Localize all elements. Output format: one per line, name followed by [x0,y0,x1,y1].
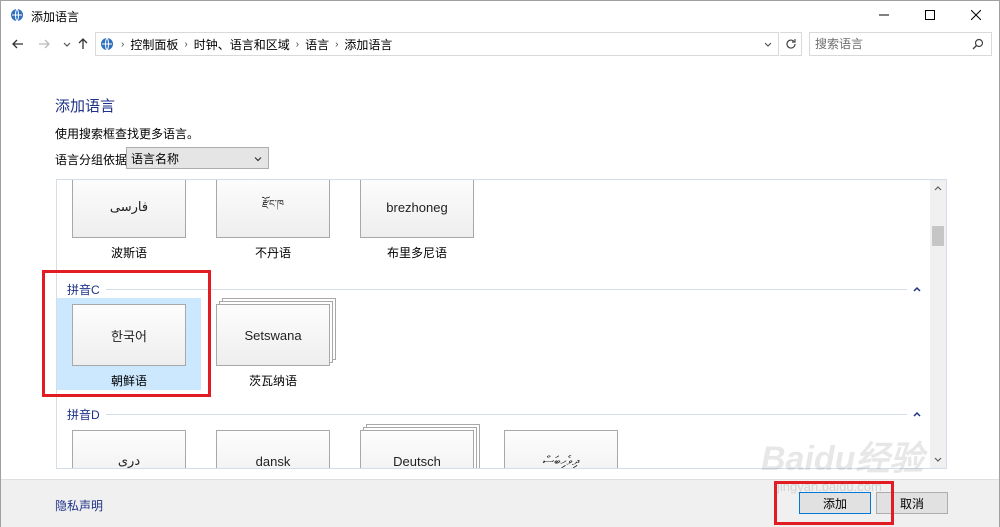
group-by-label: 语言分组依据: [55,153,131,167]
language-tile-dari[interactable]: دری [57,430,201,468]
scrollbar-thumb[interactable] [932,226,944,246]
language-tile-persian[interactable]: فارسی 波斯语 [57,180,201,261]
address-bar[interactable]: › 控制面板 › 时钟、语言和区域 › 语言 › 添加语言 [95,32,779,56]
language-card: دری [72,430,186,468]
title-bar: 添加语言 [1,1,999,29]
page-description: 使用搜索框查找更多语言。 [55,127,200,141]
search-box[interactable] [809,32,992,56]
language-tile-dzongkha[interactable]: རྫོང་ཁ 不丹语 [201,180,345,261]
group-by-value: 语言名称 [131,151,180,166]
breadcrumb-separator-icon: › [184,38,188,50]
chevron-up-icon [934,186,942,191]
refresh-button[interactable] [780,32,802,56]
section-divider [105,413,907,415]
chevron-up-icon[interactable] [911,409,923,419]
language-tile-german[interactable]: Deutsch [345,430,489,468]
chevron-down-icon [63,42,71,47]
page-title: 添加语言 [55,98,116,115]
language-name: 布里多尼语 [386,246,447,260]
privacy-statement-link[interactable]: 隐私声明 [55,497,103,514]
language-tile-tswana[interactable]: Setswana 茨瓦纳语 [201,304,345,389]
language-card: brezhoneg [360,180,474,238]
language-name: 不丹语 [254,246,291,260]
language-tile-divehi[interactable]: ދިވެހިބަސް [489,430,633,468]
up-button[interactable] [74,35,92,53]
refresh-icon [785,39,796,49]
scroll-down-button[interactable] [930,452,946,468]
search-input[interactable] [810,33,960,55]
chevron-down-icon [254,157,262,162]
breadcrumb-language[interactable]: 语言 [305,36,329,53]
language-card: Deutsch [360,430,474,468]
language-name: 茨瓦纳语 [248,374,297,388]
language-card: فارسی [72,180,186,238]
breadcrumb-clock-language-region[interactable]: 时钟、语言和区域 [194,36,290,53]
arrow-left-icon [12,39,23,49]
breadcrumb-separator-icon: › [121,38,125,50]
arrow-right-icon [39,39,50,49]
chevron-down-icon [934,457,942,462]
language-name: 波斯语 [110,246,147,260]
breadcrumb-separator-icon: › [295,38,300,50]
baidu-watermark: Baidu经验 [761,440,924,478]
add-language-window: 添加语言 › 控制面板 › 时钟、语言和区域 › 语言 › 添加语言 搜索语言 … [0,0,1000,527]
back-button[interactable] [9,35,27,53]
group-by-select[interactable]: 语言名称 [126,147,269,169]
language-card: རྫོང་ཁ [216,180,330,238]
section-label: 拼音D [67,407,100,422]
maximize-icon [925,10,935,20]
close-icon [971,10,981,20]
maximize-button[interactable] [907,1,953,29]
language-tile-danish[interactable]: dansk [201,430,345,468]
language-card: Setswana [216,304,330,366]
scroll-up-button[interactable] [930,180,946,196]
breadcrumb-separator-icon: › [335,38,339,50]
window-title: 添加语言 [31,10,80,24]
navigation-bar: › 控制面板 › 时钟、语言和区域 › 语言 › 添加语言 [1,29,999,59]
search-icon[interactable] [972,38,984,50]
baidu-watermark-url: jingyan.baidu.com [777,479,882,494]
close-button[interactable] [953,1,999,29]
section-divider [105,288,907,290]
breadcrumb-add-language[interactable]: 添加语言 [344,36,392,53]
breadcrumb-control-panel[interactable]: 控制面板 [130,36,178,53]
language-location-icon [101,37,113,51]
language-card: dansk [216,430,330,468]
language-card: ދިވެހިބަސް [504,430,618,468]
section-header-d: 拼音D [67,406,923,422]
language-tile-breton[interactable]: brezhoneg 布里多尼语 [345,180,489,261]
highlight-box-korean [42,270,211,397]
arrow-up-icon [78,38,88,49]
forward-button[interactable] [35,35,53,53]
language-app-icon [11,8,23,22]
vertical-scrollbar[interactable] [930,180,946,468]
chevron-up-icon[interactable] [911,284,923,294]
minimize-icon [879,14,889,16]
minimize-button[interactable] [861,1,907,29]
chevron-down-icon[interactable] [762,38,774,50]
